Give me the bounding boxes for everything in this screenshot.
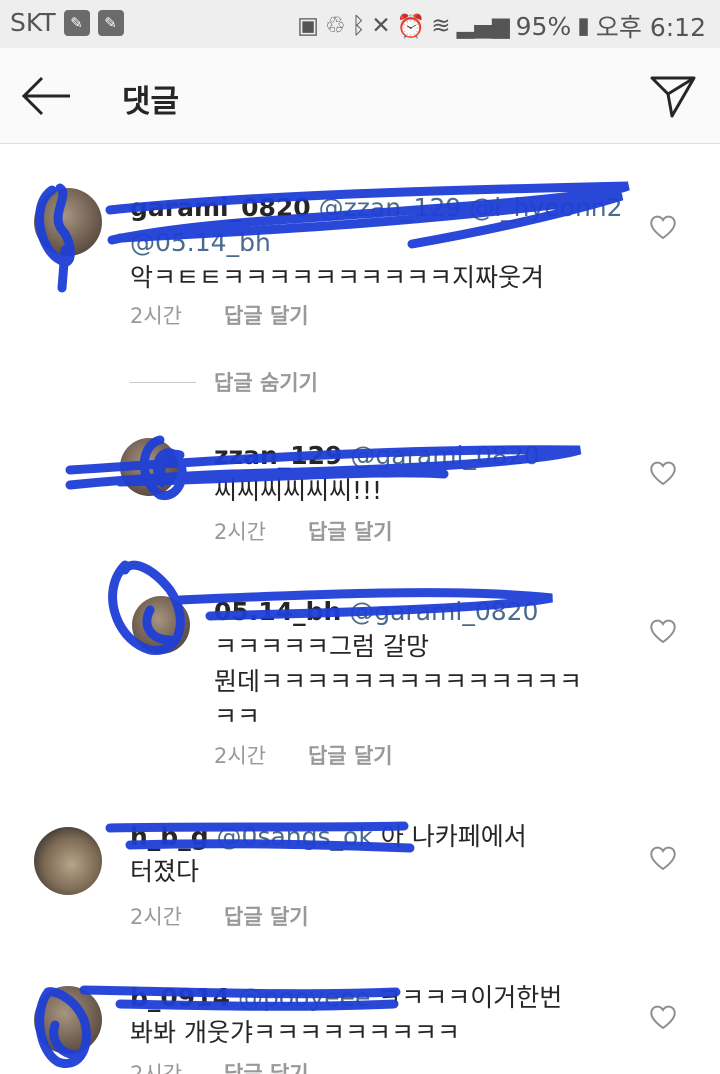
comment-body: b_0914 @pooyeee ㅋㅋㅋㅋ이거한번 봐봐 개웃갸ㅋㅋㅋㅋㅋㅋㅋㅋㅋ [130, 980, 610, 1050]
status-left: SKT ✎ ✎ [10, 8, 124, 37]
like-heart-icon[interactable] [648, 616, 678, 646]
timestamp: 2시간 [214, 520, 267, 544]
signal-icon: ▂▄▆ [456, 13, 510, 39]
comment-meta: 2시간 답글 달기 [130, 1058, 309, 1074]
status-bar: SKT ✎ ✎ ▣ ♲ ᛒ ✕ ⏰ ≋ ▂▄▆ 95% ▮ 오후 6:12 [0, 0, 720, 48]
reply-button[interactable]: 답글 달기 [224, 1058, 309, 1074]
mentions[interactable]: @0sangs_ok [217, 822, 373, 851]
mentions[interactable]: @garami_0820 [349, 597, 538, 626]
mentions[interactable]: @garami_0820 [350, 441, 539, 470]
send-icon [650, 76, 696, 118]
like-heart-icon[interactable] [648, 1002, 678, 1032]
comment-text-line: 터졌다 [130, 857, 200, 886]
clock: 오후 6:12 [595, 13, 706, 42]
reply-button[interactable]: 답글 달기 [224, 300, 309, 330]
comment-body: h_b_g @0sangs_ok 아 나카페에서 터졌다 [130, 819, 610, 889]
page-title: 댓글 [122, 84, 180, 120]
comment: garami_0820 @zzan_129 @i_hyeonn2 @05.14_… [0, 150, 720, 340]
battery-icon: ▮ [577, 13, 590, 39]
timestamp: 2시간 [130, 304, 183, 328]
hide-replies-label: 답글 숨기기 [214, 371, 318, 395]
username[interactable]: zzan_129 [214, 441, 342, 470]
comment-meta: 2시간 답글 달기 [130, 901, 309, 931]
back-arrow-icon [21, 76, 70, 116]
comment: b_0914 @pooyeee ㅋㅋㅋㅋ이거한번 봐봐 개웃갸ㅋㅋㅋㅋㅋㅋㅋㅋㅋ… [0, 970, 720, 1074]
notification-icon: ✎ [97, 9, 124, 36]
username[interactable]: garami_0820 [130, 193, 311, 222]
avatar[interactable] [132, 596, 190, 654]
back-button[interactable] [18, 70, 74, 122]
share-button[interactable] [648, 72, 698, 122]
divider [130, 381, 196, 383]
username[interactable]: h_b_g [130, 822, 209, 851]
username[interactable]: 05.14_bh [214, 597, 341, 626]
alarm-icon: ⏰ [396, 13, 426, 40]
reply-comment: zzan_129 @garami_0820 씨씨씨씨씨씨!!! 2시간 답글 달… [0, 410, 720, 550]
comment-body: zzan_129 @garami_0820 씨씨씨씨씨씨!!! [214, 438, 614, 508]
comment-meta: 2시간 답글 달기 [130, 300, 309, 330]
lock-icon: ▣ [297, 13, 319, 39]
timestamp: 2시간 [130, 905, 183, 929]
recycle-icon: ♲ [324, 13, 346, 39]
timestamp: 2시간 [214, 744, 267, 768]
like-heart-icon[interactable] [648, 458, 678, 488]
notification-icon: ✎ [63, 9, 90, 36]
hide-replies-button[interactable]: 답글 숨기기 [130, 367, 318, 397]
comment-text: 악ㅋㅌㅌㅋㅋㅋㅋㅋㅋㅋㅋㅋㅋ지짜웃겨 [130, 263, 545, 292]
battery-percent: 95% [515, 11, 572, 41]
comment-body: 05.14_bh @garami_0820 ㅋㅋㅋㅋㅋ그럼 갈망 뭔데ㅋㅋㅋㅋㅋ… [214, 594, 624, 734]
reply-comment: 05.14_bh @garami_0820 ㅋㅋㅋㅋㅋ그럼 갈망 뭔데ㅋㅋㅋㅋㅋ… [0, 580, 720, 780]
bluetooth-icon: ᛒ [351, 13, 366, 39]
comment-meta: 2시간 답글 달기 [214, 740, 393, 770]
comment-text-line: ㅋㅋㅋㅋ이거한번 [378, 983, 563, 1012]
status-right: ▣ ♲ ᛒ ✕ ⏰ ≋ ▂▄▆ 95% ▮ 오후 6:12 [297, 8, 706, 44]
comment: h_b_g @0sangs_ok 아 나카페에서 터졌다 2시간 답글 달기 [0, 805, 720, 955]
comment-text: 씨씨씨씨씨씨!!! [214, 476, 383, 505]
mute-icon: ✕ [371, 13, 391, 39]
username[interactable]: b_0914 [130, 983, 230, 1012]
like-heart-icon[interactable] [648, 212, 678, 242]
comment-text-line: 봐봐 개웃갸ㅋㅋㅋㅋㅋㅋㅋㅋㅋ [130, 1018, 460, 1047]
comment-text-line: 뭔데ㅋㅋㅋㅋㅋㅋㅋㅋㅋㅋㅋㅋㅋㅋ [214, 667, 583, 696]
avatar[interactable] [120, 438, 178, 496]
wifi-icon: ≋ [431, 13, 451, 39]
reply-button[interactable]: 답글 달기 [308, 516, 393, 546]
comments-header: 댓글 [0, 48, 720, 144]
comment-text-line: ㅋㅋ [214, 702, 261, 731]
comment-text-line: 아 나카페에서 [380, 822, 527, 851]
comment-text-line: ㅋㅋㅋㅋㅋ그럼 갈망 [214, 632, 429, 661]
comment-body: garami_0820 @zzan_129 @i_hyeonn2 @05.14_… [130, 190, 630, 295]
mentions[interactable]: @pooyeee [238, 983, 370, 1012]
avatar[interactable] [34, 986, 102, 1054]
avatar[interactable] [34, 827, 102, 895]
reply-button[interactable]: 답글 달기 [224, 901, 309, 931]
timestamp: 2시간 [130, 1062, 183, 1074]
carrier-label: SKT [10, 8, 56, 37]
avatar[interactable] [34, 188, 102, 256]
reply-button[interactable]: 답글 달기 [308, 740, 393, 770]
comment-meta: 2시간 답글 달기 [214, 516, 393, 546]
like-heart-icon[interactable] [648, 843, 678, 873]
